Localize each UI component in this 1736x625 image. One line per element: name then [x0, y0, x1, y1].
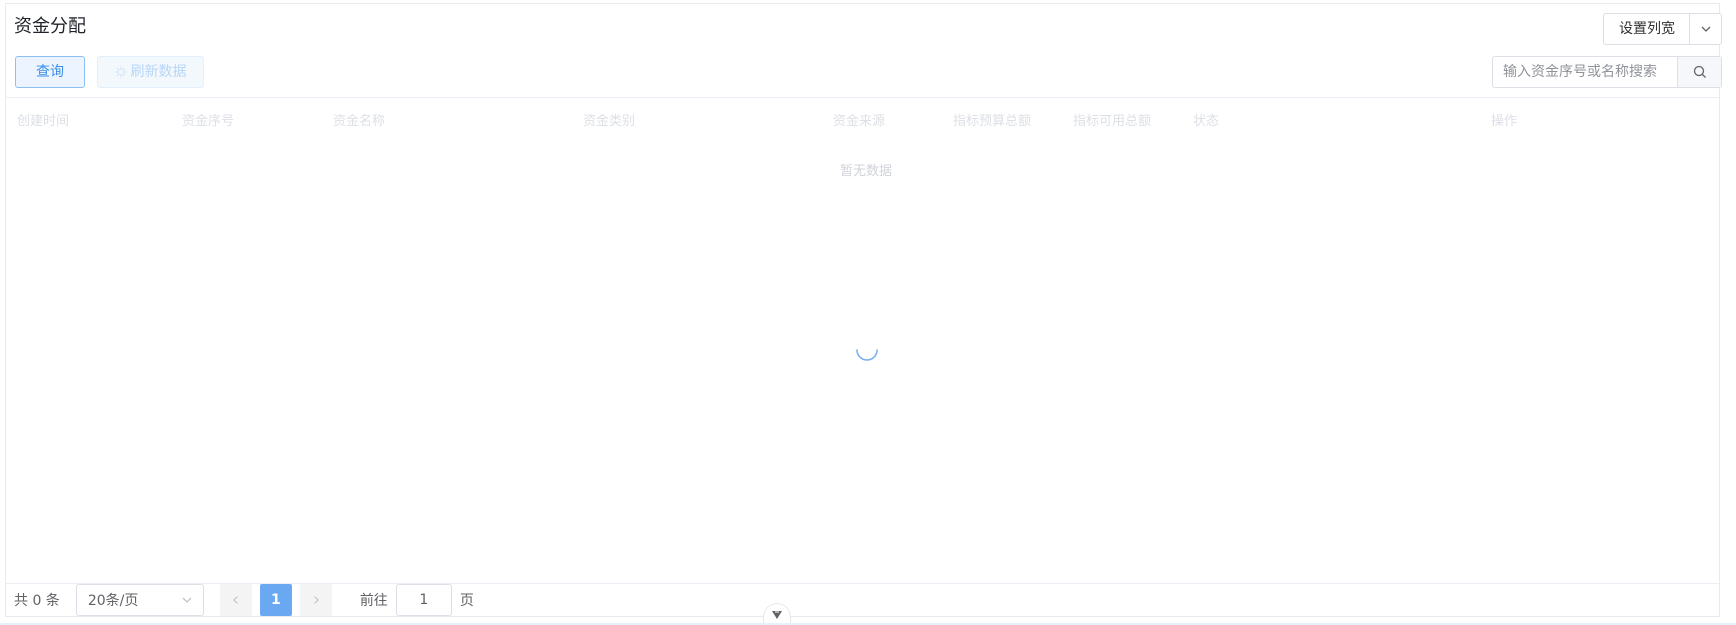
- loading-icon: [114, 66, 127, 78]
- column-header-created-time: 创建时间: [17, 114, 70, 129]
- total-count: 共 0 条: [14, 593, 60, 609]
- column-width-control: 设置列宽: [1603, 13, 1722, 45]
- caret-down-icon: [772, 610, 782, 619]
- page-size-value: 20条/页: [87, 593, 139, 609]
- toolbar-divider: [6, 97, 1719, 98]
- loading-spinner-icon: [856, 349, 878, 361]
- chevron-down-icon: [1701, 26, 1710, 32]
- search-icon: [1693, 65, 1706, 78]
- page-size-select[interactable]: 20条/页: [75, 584, 204, 616]
- next-page-button[interactable]: [299, 584, 332, 616]
- search-input[interactable]: [1493, 57, 1677, 87]
- chevron-down-icon: [182, 597, 192, 603]
- search-box: [1492, 56, 1722, 88]
- refresh-data-button[interactable]: 刷新数据: [97, 56, 204, 88]
- column-header-fund-id: 资金序号: [182, 114, 235, 129]
- column-header-fund-source: 资金来源: [833, 114, 886, 129]
- column-header-fund-category: 资金类别: [583, 114, 636, 129]
- chevron-right-icon: [313, 596, 319, 604]
- page-title: 资金分配: [14, 16, 86, 37]
- column-header-budget-total: 指标预算总额: [953, 114, 1032, 129]
- page-number[interactable]: 1: [259, 584, 292, 616]
- empty-text: 暂无数据: [840, 164, 893, 179]
- column-header-status: 状态: [1193, 114, 1220, 129]
- search-button[interactable]: [1677, 57, 1721, 87]
- collapse-toggle[interactable]: [763, 603, 791, 625]
- goto-page-input[interactable]: [395, 584, 452, 616]
- column-header-available-total: 指标可用总额: [1073, 114, 1152, 129]
- page-unit-label: 页: [459, 593, 474, 609]
- column-width-dropdown[interactable]: [1690, 14, 1721, 44]
- query-button[interactable]: 查询: [15, 56, 85, 88]
- prev-page-button[interactable]: [219, 584, 252, 616]
- column-width-button[interactable]: 设置列宽: [1604, 14, 1690, 44]
- pagination: 共 0 条 20条/页 1 前往 页: [14, 584, 474, 616]
- goto-label: 前往: [359, 593, 388, 609]
- column-header-fund-name: 资金名称: [333, 114, 386, 129]
- chevron-left-icon: [232, 596, 238, 604]
- funds-panel: [5, 3, 1720, 617]
- column-header-actions: 操作: [1491, 114, 1518, 129]
- refresh-data-label: 刷新数据: [130, 64, 187, 80]
